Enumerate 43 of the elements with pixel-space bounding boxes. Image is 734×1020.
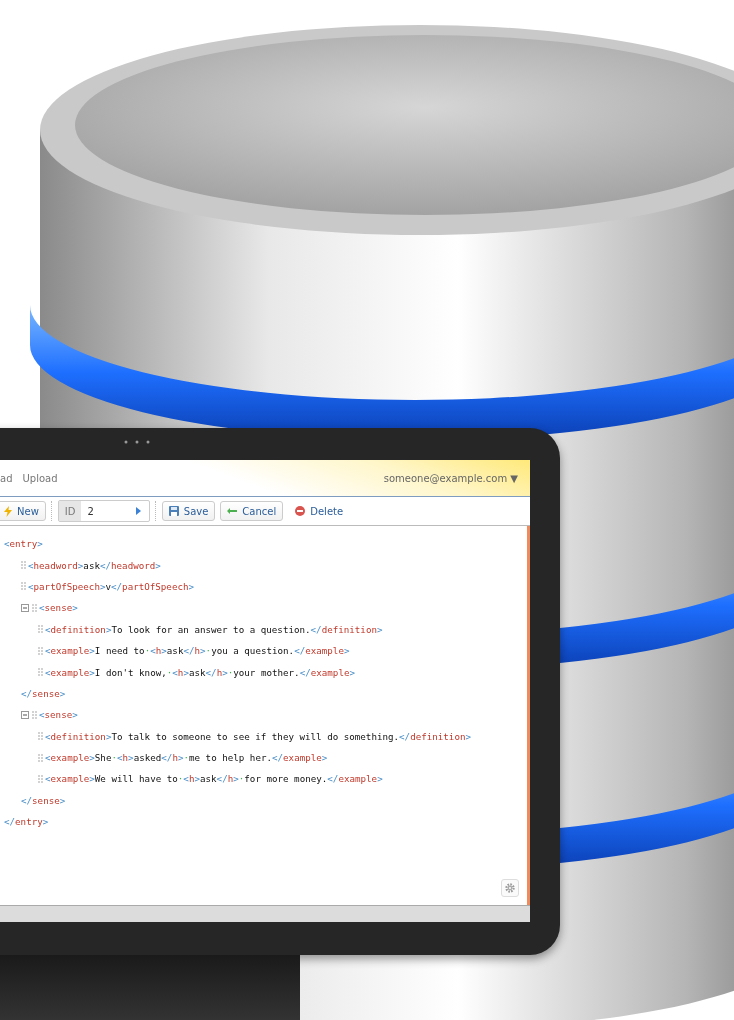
play-icon (135, 507, 141, 515)
xml-line: <headword>ask</headword> (28, 559, 161, 571)
save-button[interactable]: Save (161, 501, 216, 521)
xml-line: </sense> (21, 687, 66, 699)
camera-icon (123, 439, 151, 445)
id-field[interactable]: ID 2 (57, 500, 150, 522)
xml-line: <example>We will have to·<h>ask</h>·for more money.</example> (45, 773, 383, 785)
drag-handle-icon[interactable] (21, 561, 26, 570)
xml-line: <definition>To talk to someone to see if they will do something.</definition> (45, 730, 471, 742)
drag-handle-icon[interactable] (38, 753, 43, 762)
menu-item[interactable]: Upload (22, 472, 58, 484)
user-menu[interactable]: someone@example.com ▼ (383, 472, 518, 484)
drag-handle-icon[interactable] (38, 625, 43, 634)
drag-handle-icon[interactable] (38, 775, 43, 783)
xml-line: <entry> (4, 538, 43, 550)
drag-handle-icon[interactable] (21, 582, 26, 591)
drag-handle-icon[interactable] (38, 646, 43, 655)
collapse-toggle-icon[interactable] (21, 603, 29, 612)
xml-line: <sense> (39, 709, 78, 721)
xml-line: <partOfSpeech>v</partOfSpeech> (28, 580, 195, 592)
drag-handle-icon[interactable] (38, 732, 43, 741)
id-value: 2 (86, 505, 95, 517)
minus-circle-icon (295, 506, 306, 516)
settings-icon (505, 883, 515, 893)
settings-button[interactable] (501, 879, 519, 897)
xml-line: <example>She·<h>asked</h>·me to help her.</example> (45, 752, 328, 764)
drag-handle-icon[interactable] (32, 710, 37, 719)
xml-line: <example>I need to·<h>ask</h>·you a question.</example> (45, 645, 350, 657)
cancel-button[interactable]: Cancel (220, 501, 284, 521)
drag-handle-icon[interactable] (32, 603, 37, 612)
xml-line: <definition>To look for an answer to a question.</definition> (45, 623, 383, 635)
id-label: ID (58, 501, 82, 521)
xml-line: <sense> (39, 602, 78, 614)
new-button[interactable]: New (0, 501, 46, 521)
menu-item[interactable]: ad (0, 472, 13, 484)
delete-button[interactable]: Delete (288, 501, 351, 521)
left-arrow-icon (227, 508, 238, 514)
xml-line: </entry> (4, 816, 49, 828)
xml-line: </sense> (21, 794, 66, 806)
drag-handle-icon[interactable] (38, 668, 43, 677)
collapse-toggle-icon[interactable] (21, 710, 29, 719)
lightning-icon (4, 505, 12, 517)
xml-line: <example>I don't know,·<h>ask</h>·your mother.</example> (45, 666, 355, 678)
